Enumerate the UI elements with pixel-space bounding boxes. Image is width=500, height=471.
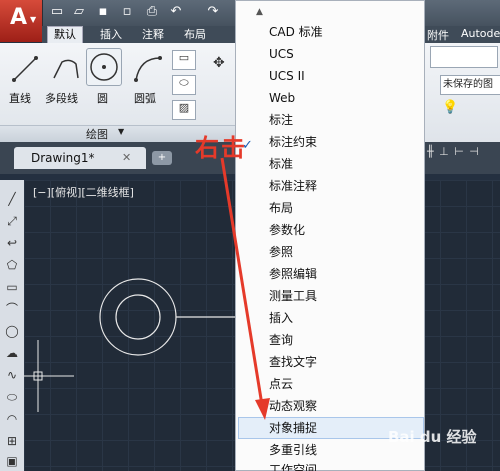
- annotation-text: 右击: [195, 134, 247, 162]
- baidu-jingyan-watermark: Bai du 经验: [388, 428, 477, 446]
- annotation-arrow: [220, 157, 270, 420]
